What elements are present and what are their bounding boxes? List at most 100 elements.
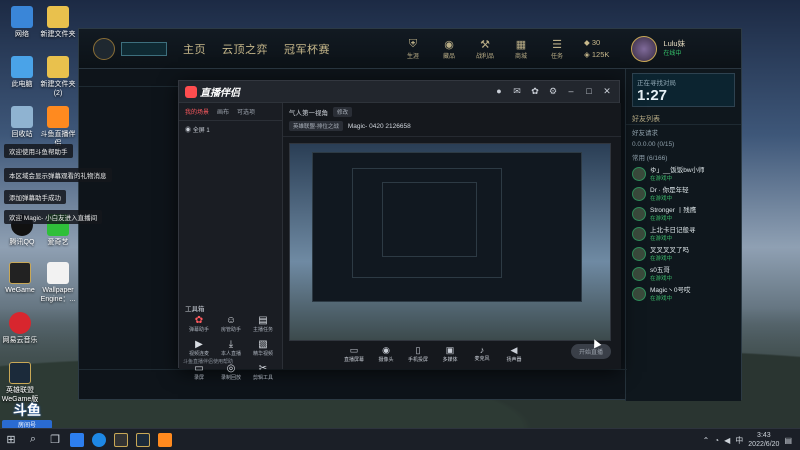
download-icon: ⤓ — [228, 339, 234, 350]
tab-options[interactable]: 可选项 — [237, 107, 255, 116]
tool-replay[interactable]: ◎ 录制回放 — [215, 363, 247, 381]
tool-highlights[interactable]: ▧ 精华视频 — [247, 339, 279, 357]
friend-item[interactable]: 上北卡日记般寻 在游戏中 — [626, 224, 741, 244]
stream-preview[interactable] — [289, 143, 611, 341]
nav-home[interactable]: 主页 — [183, 41, 206, 57]
desktop-icon-wallpaper-engine[interactable]: Wallpaper Engine：... — [38, 262, 78, 304]
notification: 本区域会显示弹幕观看的礼物消息 — [4, 168, 112, 182]
category-pill[interactable]: 英雄联盟-排位之战 — [289, 121, 343, 131]
folder-icon — [47, 6, 69, 28]
eye-icon[interactable]: ◉ — [185, 128, 191, 134]
nav-loot[interactable]: ⚒ 战利品 — [472, 38, 498, 60]
tool-video-link[interactable]: ▶ 视频连麦 — [183, 339, 215, 357]
volume-icon[interactable]: ◀ — [724, 436, 730, 445]
friend-item[interactable]: Dr · 你是年轻 在游戏中 — [626, 184, 741, 204]
search-button[interactable]: ⌕ — [22, 429, 44, 450]
desktop-icon-folder-2[interactable]: 新建文件夹 (2) — [38, 56, 78, 98]
friend-avatar — [632, 187, 646, 201]
message-icon[interactable]: ✉ — [511, 86, 523, 97]
source-media[interactable]: ▣ 多媒体 — [439, 345, 461, 363]
wifi-icon[interactable]: ◔ — [714, 436, 719, 445]
source-camera[interactable]: ◉ 摄像头 — [375, 345, 397, 363]
desktop-icon-douyu-companion[interactable]: 斗鱼直播伴侣 — [38, 106, 78, 148]
tool-host-task[interactable]: ▤ 主播任务 — [247, 315, 279, 333]
start-button[interactable]: ⊞ — [0, 429, 22, 450]
edit-badge[interactable]: 修改 — [333, 107, 353, 117]
tab-canvas[interactable]: 画布 — [217, 107, 229, 116]
tool-record-screen[interactable]: ▭ 录屏 — [183, 363, 215, 381]
preview-nested-preview — [382, 182, 477, 257]
tool-self-live[interactable]: ⤓ 本人直播 — [215, 339, 247, 357]
avatar[interactable] — [631, 35, 658, 62]
settings-icon[interactable]: ⚙ — [547, 86, 559, 97]
tool-danmu-helper[interactable]: ✿ 弹幕助手 — [183, 315, 215, 333]
minimize-icon[interactable]: – — [565, 86, 577, 97]
douyu-icon[interactable] — [158, 432, 172, 447]
friend-item[interactable]: Stronger 丨残鹰 在游戏中 — [626, 204, 741, 224]
clock[interactable]: 3:43 2022/6/20 — [748, 431, 779, 449]
mic-icon: ♪ — [479, 345, 485, 355]
friend-item[interactable]: ゆ」__饭饭bw小师 在游戏中 — [626, 164, 741, 184]
desktop-icon-recycle-bin[interactable]: 回收站 — [2, 106, 42, 139]
league-icon[interactable] — [136, 432, 150, 447]
user-icon[interactable]: ● — [493, 86, 505, 97]
friend-group[interactable]: 好友请求 — [626, 125, 741, 139]
person-icon: ☺ — [225, 315, 237, 326]
scene-item[interactable]: ◉ 全屏 1 — [179, 121, 282, 138]
app-main: 气人第一视角 修改 英雄联盟-排位之战 Magic- 0420 2126658 … — [283, 103, 621, 369]
help-link[interactable]: 斗鱼直播伴侣使用帮助 — [183, 358, 233, 365]
friend-item[interactable]: 叉叉叉叉了吗 在游戏中 — [626, 244, 741, 264]
wegame-icon[interactable] — [114, 432, 128, 447]
friend-avatar — [632, 207, 646, 221]
friend-item[interactable]: Magic丶0号哎 在游戏中 — [626, 284, 741, 304]
source-toolbar: ▭ 直播屏幕 ◉ 摄像头 ▯ 手机投屏 ▣ 多媒体 ♪ 麦克风 ◀ 扬声器 — [343, 345, 525, 363]
douyu-icon — [47, 106, 69, 128]
app-sidebar: 我的场景 画布 可选项 ◉ 全屏 1 工具箱 ✿ 弹幕助手 ☺ 房管助手 ▤ 主播任务… — [179, 103, 283, 381]
currency-display[interactable]: ◆ 30 ◈ 125K — [584, 37, 609, 61]
league-icon — [9, 362, 31, 384]
source-phone[interactable]: ▯ 手机投屏 — [407, 345, 429, 363]
user-info[interactable]: Lulu妹 在线中 — [663, 39, 685, 59]
source-mic[interactable]: ♪ 麦克风 — [471, 345, 493, 363]
riot-points-icon: ◈ — [584, 49, 590, 59]
start-live-button[interactable]: 开始直播 — [570, 344, 611, 359]
play-button[interactable] — [121, 41, 167, 56]
close-icon[interactable]: ✕ — [601, 86, 613, 97]
nav-collection[interactable]: ◉ 藏品 — [436, 38, 462, 60]
desktop-icon-folder[interactable]: 新建文件夹 — [38, 6, 78, 39]
bag-icon: ◉ — [444, 38, 454, 51]
stream-info-text: Magic- 0420 2126658 — [347, 122, 411, 130]
desktop-icon-this-pc[interactable]: 此电脑 — [2, 56, 42, 89]
tool-clip[interactable]: ✂ 剪辑工具 — [247, 363, 279, 381]
league-logo-icon[interactable] — [93, 37, 115, 60]
music-icon — [9, 312, 31, 334]
nav-clash[interactable]: 冠军杯赛 — [284, 41, 330, 57]
nav-missions[interactable]: ☰ 任务 — [544, 38, 570, 60]
edge-icon[interactable] — [70, 432, 84, 447]
nav-store[interactable]: ▦ 商城 — [508, 38, 534, 60]
friend-item[interactable]: s0五哥 在游戏中 — [626, 264, 741, 284]
desktop-icon-network[interactable]: 网络 — [2, 6, 42, 39]
friend-avatar — [632, 167, 646, 181]
task-view-button[interactable]: ❐ — [44, 429, 66, 450]
chevron-up-icon[interactable]: ⌃ — [703, 436, 710, 445]
maximize-icon[interactable]: □ — [583, 86, 595, 97]
nav-profile[interactable]: ⛨ 生涯 — [400, 38, 426, 60]
notification-icon[interactable]: ▤ — [784, 436, 792, 445]
room-title[interactable]: 气人第一视角 — [289, 107, 328, 117]
input-language[interactable]: 中 — [735, 435, 743, 446]
shield-icon: ⛨ — [408, 37, 418, 50]
friend-group[interactable]: 常用 (6/166) — [626, 150, 741, 164]
queue-timer[interactable]: 正在寻找对局 1:27 — [632, 73, 735, 107]
source-speaker[interactable]: ◀ 扬声器 — [503, 345, 525, 363]
source-screen[interactable]: ▭ 直播屏幕 — [343, 345, 365, 363]
browser-icon[interactable] — [92, 432, 106, 447]
desktop-icon-wegame[interactable]: WeGame — [0, 262, 40, 295]
desktop-icon-netease-music[interactable]: 网易云音乐 — [0, 312, 40, 345]
nav-tft[interactable]: 云顶之弈 — [222, 41, 268, 57]
tab-scenes[interactable]: 我的场景 — [185, 107, 209, 116]
desktop-icon-lol-wegame[interactable]: 英雄联盟WeGame版 — [0, 362, 40, 404]
friend-group[interactable]: 0.0.0.00 (0/15) — [626, 139, 741, 150]
gift-icon[interactable]: ✿ — [529, 86, 541, 97]
tool-room-admin[interactable]: ☺ 房管助手 — [215, 315, 247, 333]
